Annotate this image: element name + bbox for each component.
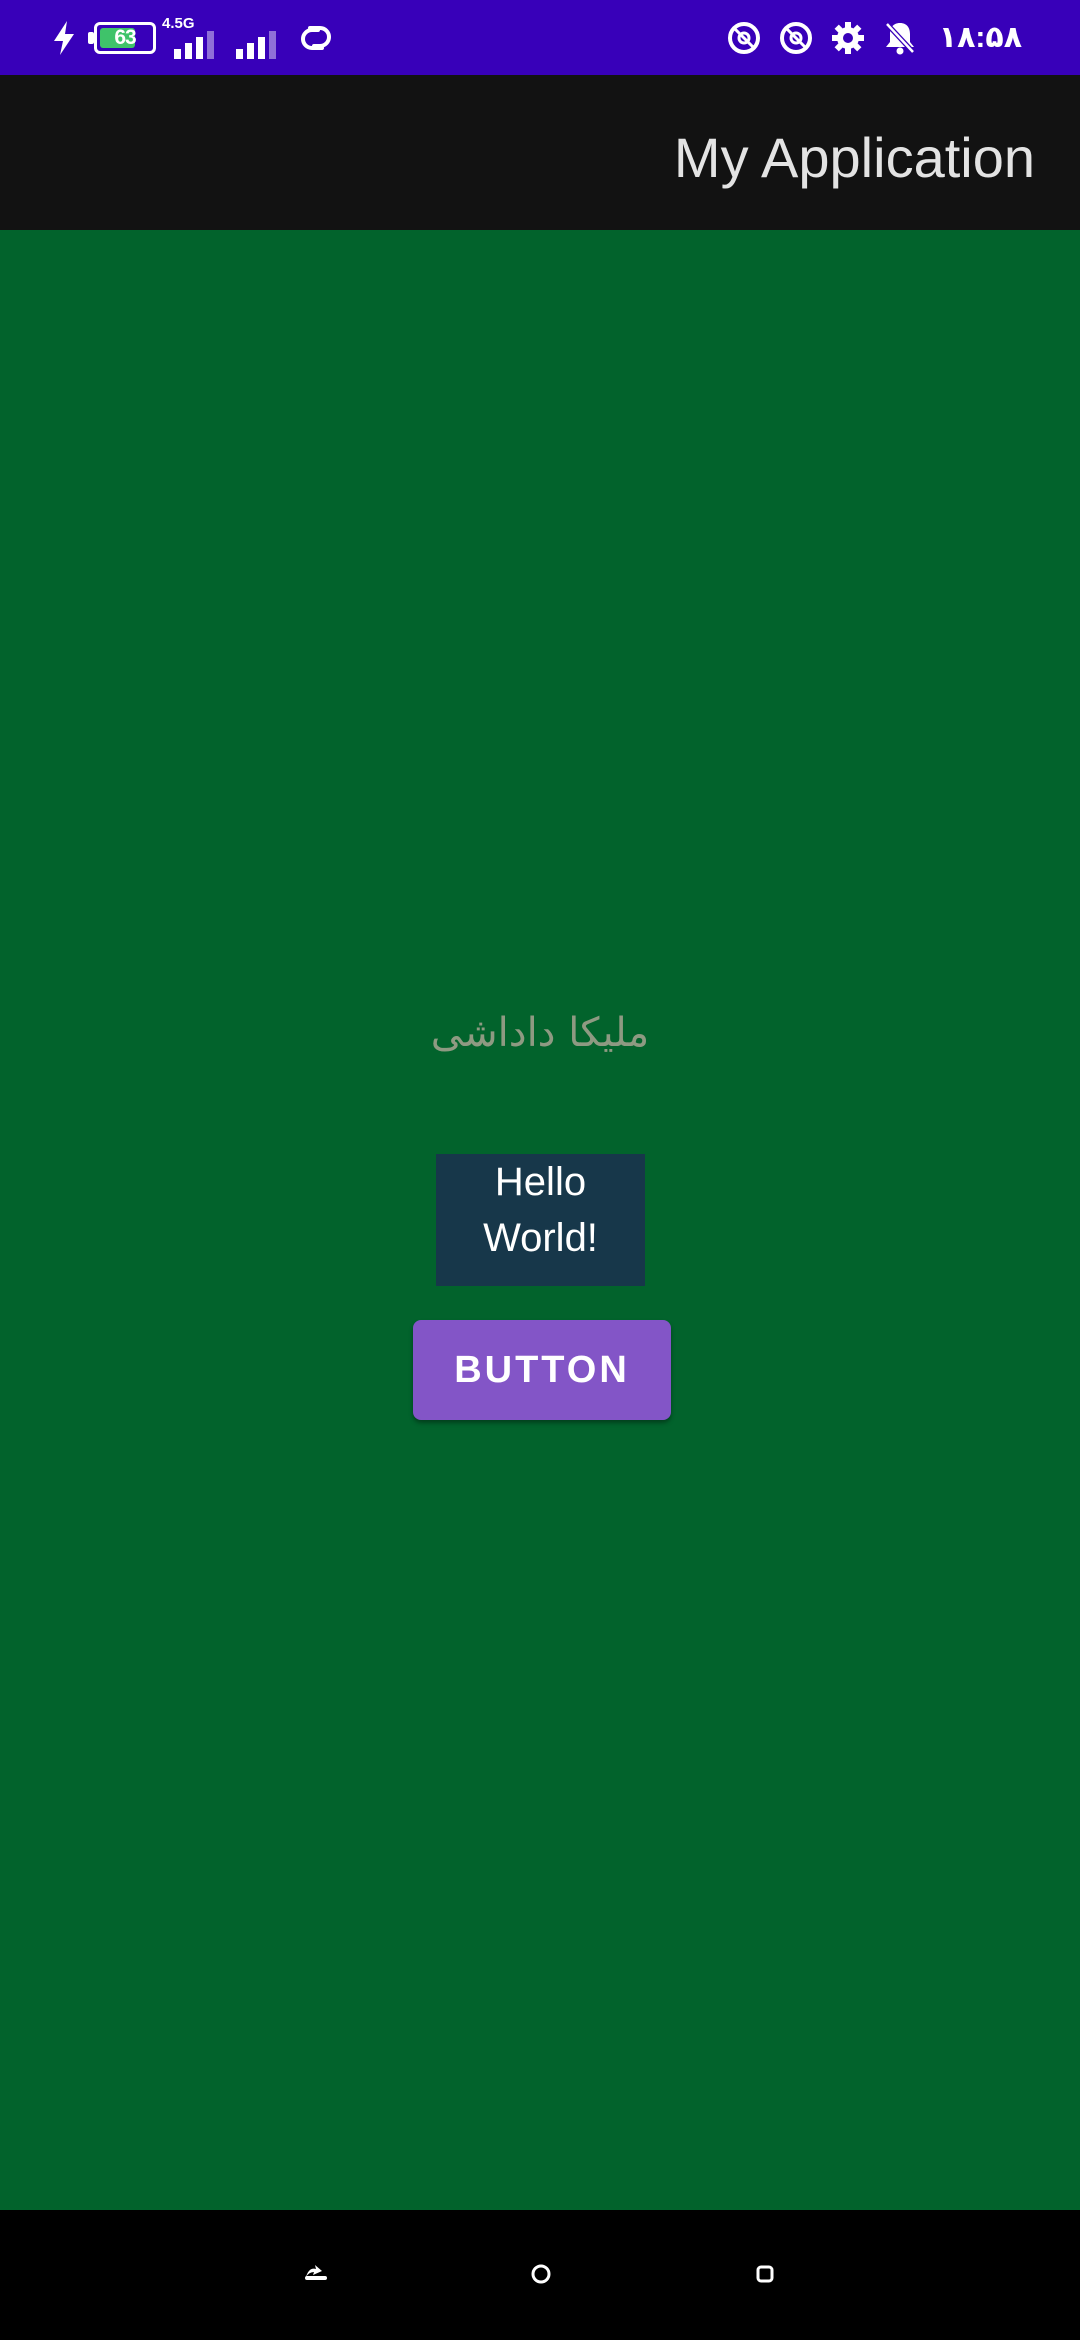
clock: ۱۸:۵۸ — [938, 21, 1022, 54]
name-label: ملیکا داداشی — [430, 1010, 650, 1056]
signal-icon-2 — [232, 17, 280, 59]
home-icon[interactable] — [521, 2254, 561, 2294]
charging-icon — [54, 20, 74, 55]
status-bar: 63 4.5G ۱۸:۵۸ — [0, 0, 1080, 75]
status-bar-left: 63 4.5G — [48, 0, 338, 75]
app-bar: My Application — [0, 75, 1080, 230]
bell-mute-icon — [884, 21, 915, 54]
signal-icon: 4.5G — [162, 15, 218, 59]
battery-icon: 63 — [88, 21, 156, 54]
app-title: My Application — [673, 126, 1035, 189]
main-content: ملیکا داداشی Hello World! BUTTON — [0, 230, 1080, 2210]
back-icon[interactable] — [296, 2254, 336, 2294]
recents-icon[interactable] — [745, 2254, 785, 2294]
status-bar-right: ۱۸:۵۸ — [727, 0, 1022, 75]
navigation-bar — [0, 2210, 1080, 2340]
at-sign-icon-2 — [779, 21, 812, 54]
link-icon — [301, 25, 331, 50]
main-button[interactable]: BUTTON — [413, 1320, 671, 1420]
hello-world-text: Hello World! — [436, 1154, 645, 1286]
gear-icon — [831, 21, 864, 54]
battery-percent: 63 — [114, 25, 136, 49]
at-sign-icon — [727, 21, 760, 54]
